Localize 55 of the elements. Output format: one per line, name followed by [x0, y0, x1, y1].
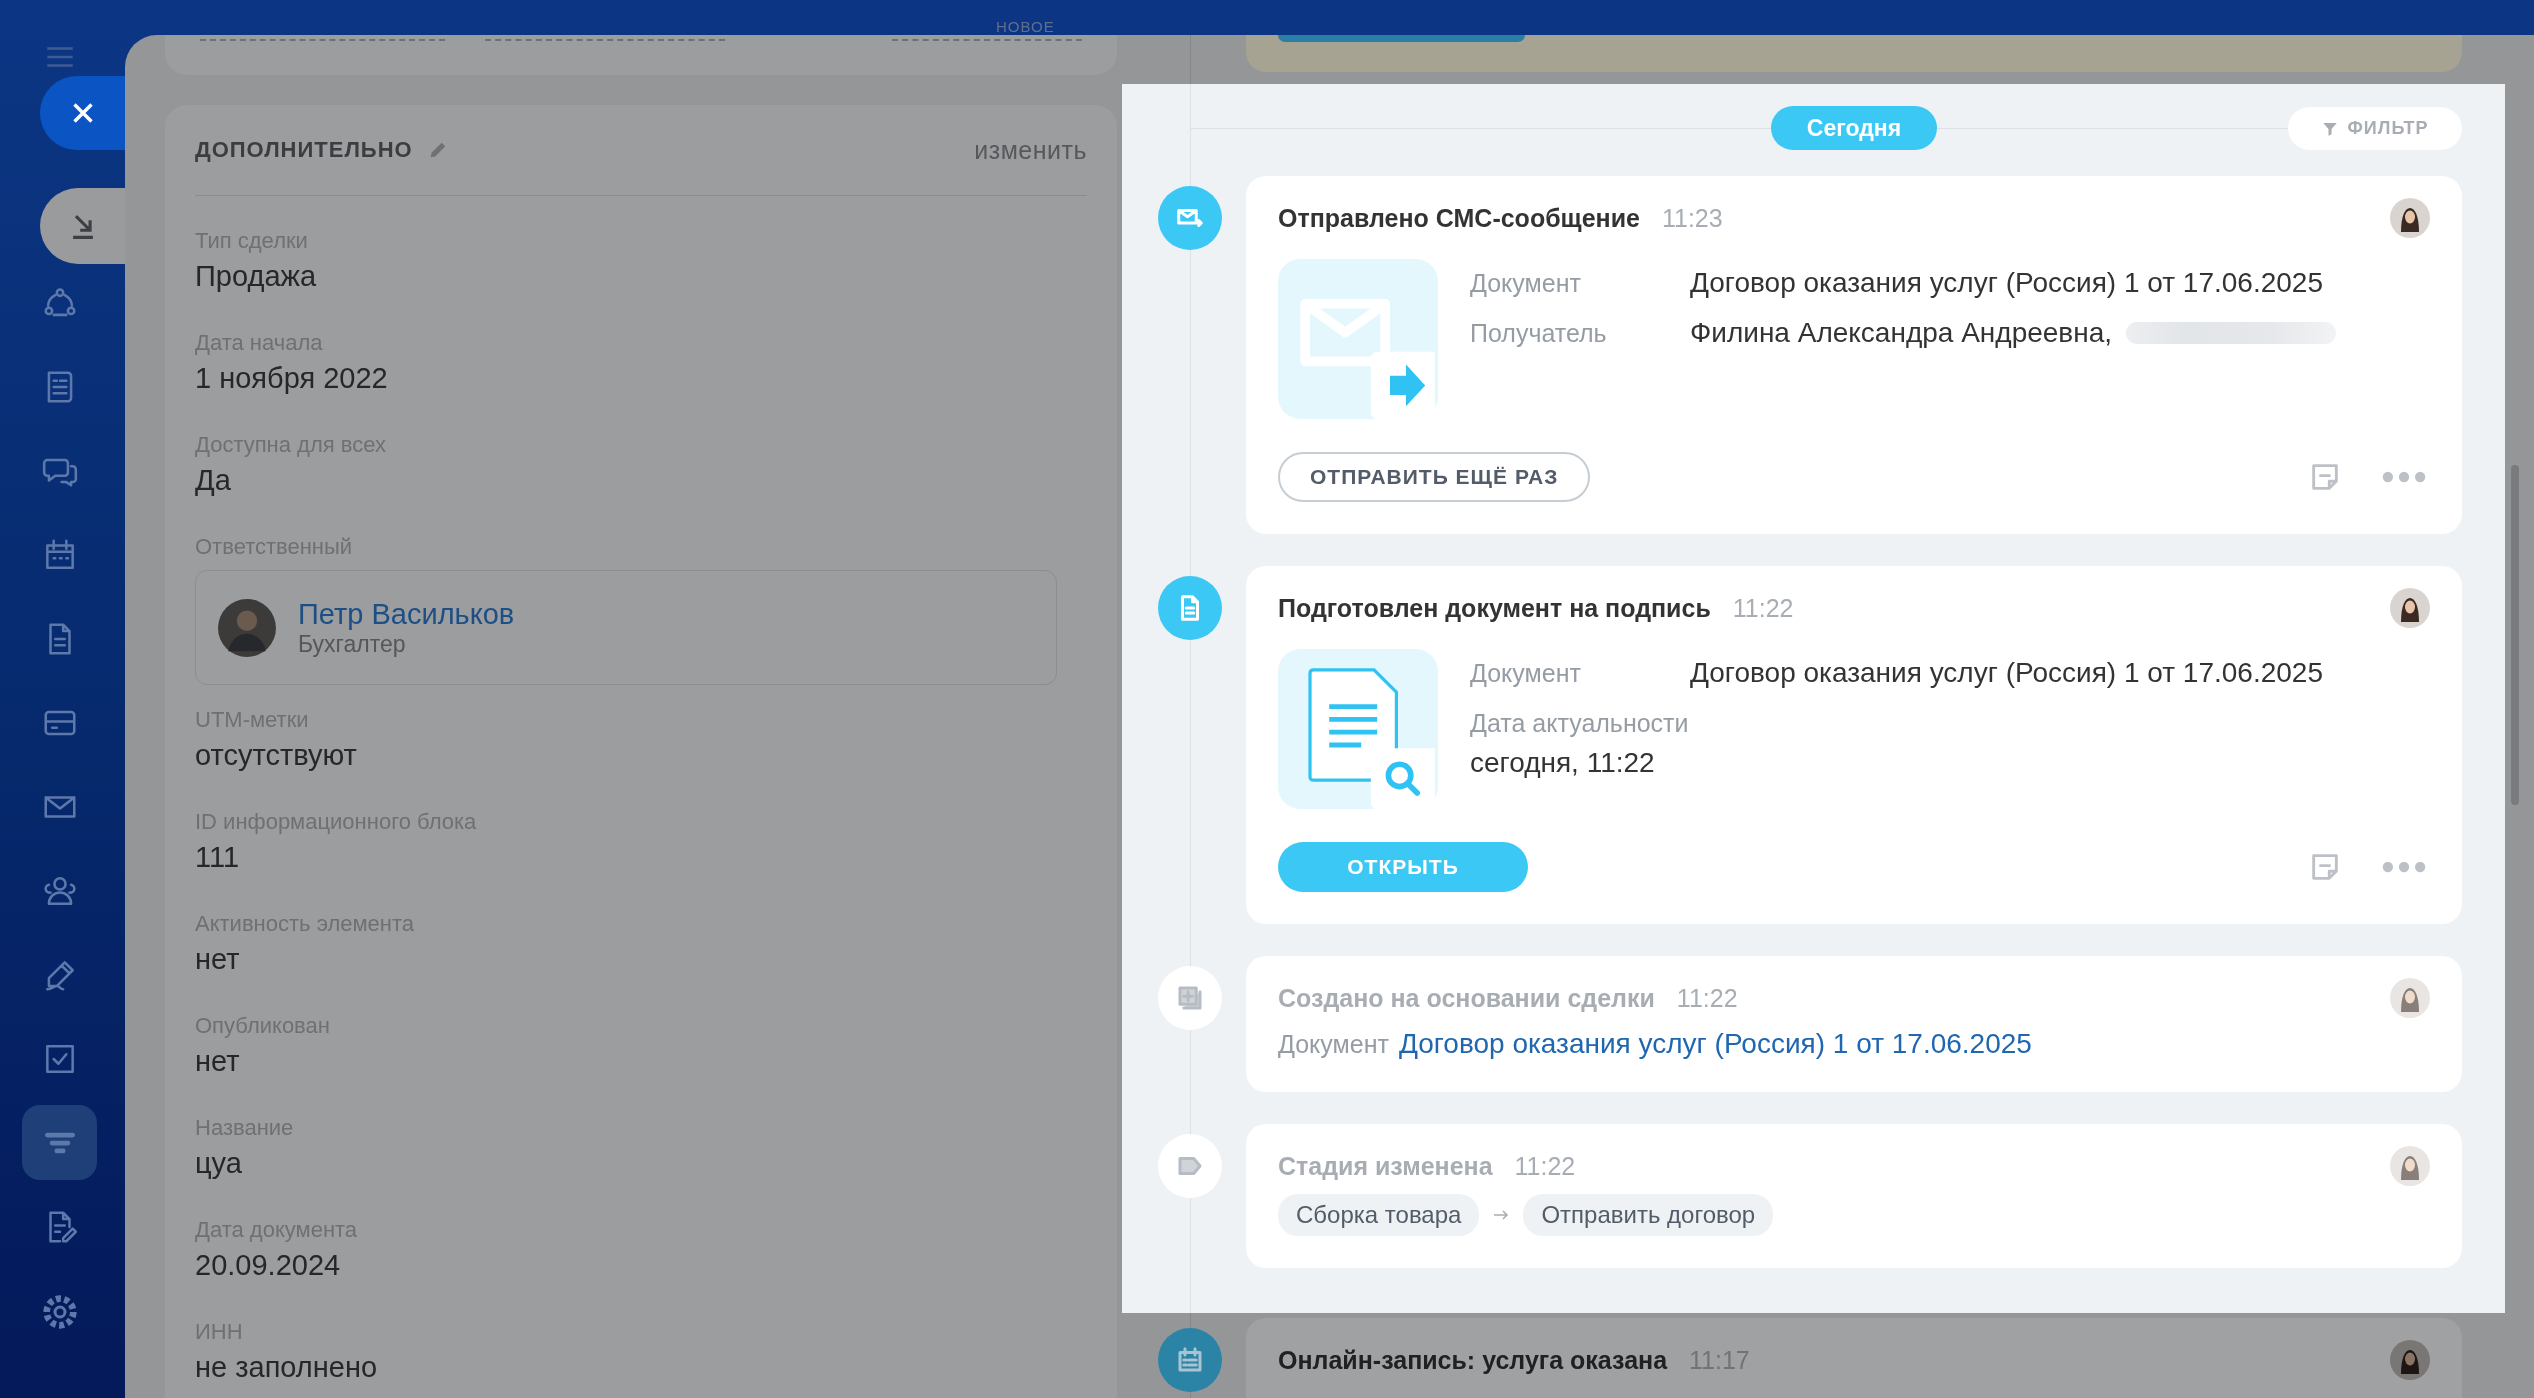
- stage-chip: Отправить договор: [1523, 1194, 1774, 1236]
- field-value: Договор оказания услуг (Россия) 1 от 17.06.2025: [1690, 267, 2323, 299]
- event-title: Стадия изменена: [1278, 1151, 1493, 1181]
- field-label: Документ: [1470, 658, 1582, 689]
- field-value: не заполнено: [195, 1350, 378, 1385]
- event-title: Создано на основании сделки: [1278, 983, 1655, 1013]
- section-title: ДОПОЛНИТЕЛЬНО: [195, 137, 413, 163]
- field-value: Договор оказания услуг (Россия) 1 от 17.06.2025: [1690, 657, 2323, 689]
- field-value: цуа: [195, 1146, 242, 1181]
- nav-item[interactable]: [22, 1105, 97, 1180]
- field-value: 20.09.2024: [195, 1248, 341, 1283]
- field-value: нет: [195, 942, 240, 977]
- resend-button[interactable]: ОТПРАВИТЬ ЕЩЁ РАЗ: [1278, 452, 1591, 502]
- avatar: [218, 598, 276, 657]
- field-value: Да: [195, 463, 231, 498]
- event-time: 11:22: [1732, 593, 1794, 623]
- open-button[interactable]: ОТКРЫТЬ: [1278, 842, 1528, 892]
- scrollbar-thumb[interactable]: [2511, 465, 2519, 805]
- field-value: отсутствуют: [195, 738, 357, 773]
- event-title: Отправлено СМС-сообщение: [1278, 203, 1640, 233]
- avatar[interactable]: [2390, 588, 2430, 628]
- field-value: Продажа: [195, 259, 317, 294]
- document-search-thumbnail-icon: [1278, 649, 1438, 809]
- stage-chip: Сборка товара: [1278, 1194, 1480, 1236]
- avatar[interactable]: [2390, 1340, 2430, 1380]
- collapse-button[interactable]: [40, 188, 125, 264]
- avatar[interactable]: [2390, 198, 2430, 238]
- field-value: Филина Александра Андреевна,: [1690, 317, 2113, 349]
- document-link[interactable]: Договор оказания услуг (Россия) 1 от 17.06.2025: [1398, 1028, 2032, 1060]
- edit-link[interactable]: изменить: [974, 135, 1087, 165]
- field-value: 111: [195, 840, 240, 875]
- field-value: сегодня, 11:22: [1470, 747, 1656, 779]
- field-value: 1 ноября 2022: [195, 361, 388, 396]
- status-tag: НОВОЕ: [996, 18, 1055, 35]
- sms-thumbnail-icon: [1278, 259, 1438, 419]
- calendar-list-icon: [1175, 1345, 1205, 1375]
- arrow-icon: [1493, 1210, 1510, 1220]
- close-button[interactable]: [40, 76, 125, 150]
- more-icon[interactable]: [2382, 470, 2426, 484]
- field-label: Документ: [1470, 268, 1582, 299]
- field-label: Получатель: [1470, 318, 1608, 349]
- user-role: Бухгалтер: [298, 630, 407, 658]
- field-label: Документ: [1278, 1030, 1389, 1059]
- event-title: Подготовлен документ на подпись: [1278, 593, 1711, 623]
- event-time: 11:22: [1676, 983, 1738, 1013]
- user-name-link[interactable]: Петр Васильков: [298, 597, 515, 631]
- more-icon[interactable]: [2382, 860, 2426, 874]
- field-label: Дата актуальности: [1470, 708, 1690, 739]
- field-value: нет: [195, 1044, 240, 1079]
- event-time: 11:23: [1661, 203, 1723, 233]
- date-badge: Сегодня: [1770, 106, 1938, 150]
- event-title: Онлайн-запись: услуга оказана: [1278, 1345, 1668, 1375]
- event-time: 11:22: [1514, 1151, 1576, 1181]
- filter-button[interactable]: ФИЛЬТР: [2288, 107, 2462, 150]
- settings-icon[interactable]: [40, 1292, 80, 1332]
